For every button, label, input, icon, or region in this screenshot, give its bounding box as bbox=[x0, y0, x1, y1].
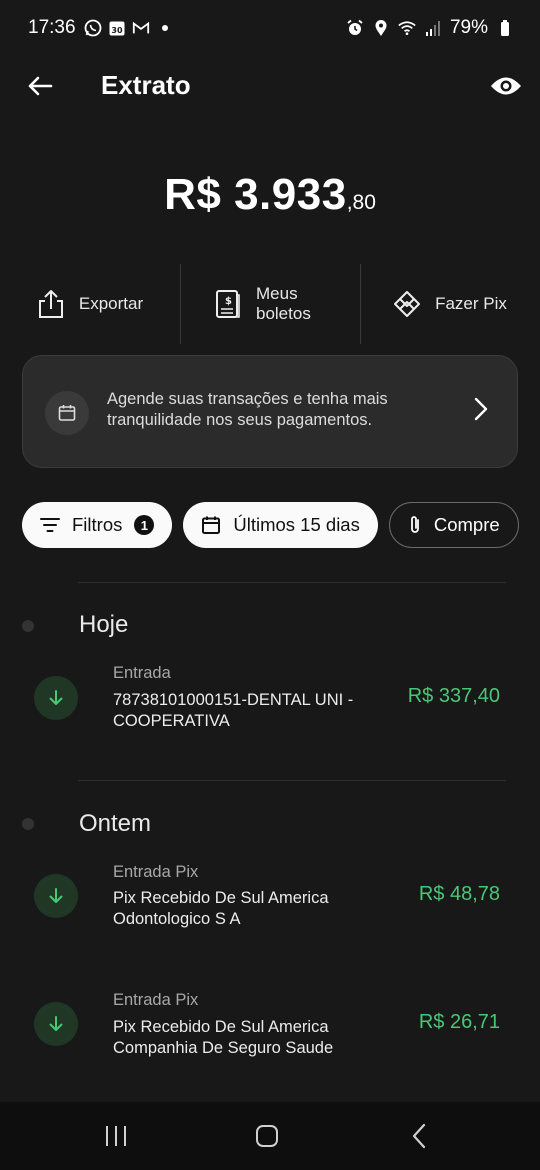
back-button[interactable] bbox=[24, 70, 56, 102]
export-icon bbox=[38, 290, 63, 318]
transaction-type: Entrada Pix bbox=[113, 991, 199, 1009]
pix-button[interactable]: Fazer Pix bbox=[360, 264, 540, 344]
period-label: Últimos 15 dias bbox=[233, 514, 360, 535]
boletos-label: Meus boletos bbox=[256, 284, 311, 323]
battery-icon bbox=[496, 19, 514, 37]
section-divider bbox=[78, 582, 506, 583]
arrow-down-icon bbox=[34, 1002, 78, 1046]
boletos-button[interactable]: $ Meus boletos bbox=[180, 264, 360, 344]
filters-count-badge: 1 bbox=[134, 515, 155, 535]
boleto-icon: $ bbox=[216, 290, 240, 318]
screen: 17:36 30 79% Extrato R$ 3.933,80 Exporta… bbox=[0, 0, 540, 1170]
home-icon bbox=[256, 1125, 278, 1147]
transaction-description: Pix Recebido De Sul America Odontologico… bbox=[113, 889, 329, 928]
calendar-icon bbox=[202, 516, 221, 534]
filter-chips: Filtros 1 Últimos 15 dias Compre bbox=[22, 502, 540, 550]
transaction-type: Entrada bbox=[113, 664, 171, 682]
calendar-day: 30 bbox=[111, 26, 123, 35]
toggle-visibility-button[interactable] bbox=[488, 68, 524, 104]
location-icon bbox=[372, 19, 390, 37]
period-chip[interactable]: Últimos 15 dias bbox=[183, 502, 378, 548]
transaction-type: Entrada Pix bbox=[113, 863, 199, 881]
export-button[interactable]: Exportar bbox=[0, 264, 180, 344]
transaction-row[interactable]: Entrada Pix Pix Recebido De Sul America … bbox=[0, 986, 540, 1066]
pix-label: Fazer Pix bbox=[435, 294, 507, 313]
schedule-banner[interactable]: Agende suas transações e tenha mais tran… bbox=[22, 355, 518, 468]
whatsapp-icon bbox=[84, 19, 102, 37]
filters-chip[interactable]: Filtros 1 bbox=[22, 502, 173, 548]
transaction-row[interactable]: Entrada 78738101000151-DENTAL UNI - COOP… bbox=[0, 660, 540, 740]
transaction-amount: R$ 26,71 bbox=[418, 1011, 500, 1033]
transaction-amount: R$ 337,40 bbox=[407, 685, 500, 707]
receipts-label: Compre bbox=[433, 514, 500, 535]
system-back-button[interactable] bbox=[399, 1120, 439, 1152]
calendar-icon bbox=[45, 391, 89, 435]
battery-percent: 79% bbox=[449, 17, 488, 38]
system-nav-bar bbox=[0, 1102, 540, 1170]
balance-amount: R$ 3.933 bbox=[164, 170, 347, 219]
transaction-amount: R$ 48,78 bbox=[418, 883, 500, 905]
section-title-today: Hoje bbox=[79, 611, 129, 638]
system-icons: 79% bbox=[346, 17, 514, 39]
wifi-icon bbox=[398, 19, 416, 37]
timeline-dot bbox=[22, 818, 34, 830]
export-label: Exportar bbox=[78, 294, 144, 313]
status-bar: 17:36 30 79% bbox=[0, 0, 540, 58]
svg-text:$: $ bbox=[225, 296, 232, 307]
transaction-description: 78738101000151-DENTAL UNI - COOPERATIVA bbox=[113, 691, 354, 730]
timeline-dot bbox=[22, 620, 34, 632]
filters-label: Filtros bbox=[72, 514, 123, 535]
pix-icon bbox=[394, 291, 421, 317]
arrow-left-icon bbox=[28, 76, 53, 96]
gmail-icon bbox=[132, 19, 150, 37]
banner-text: Agende suas transações e tenha mais tran… bbox=[107, 390, 388, 429]
transaction-description: Pix Recebido De Sul America Companhia De… bbox=[113, 1018, 334, 1057]
chevron-right-icon bbox=[473, 396, 489, 427]
receipts-chip[interactable]: Compre bbox=[388, 502, 519, 548]
section-divider bbox=[78, 780, 506, 781]
app-header: Extrato bbox=[0, 58, 540, 118]
status-time: 17:36 bbox=[28, 17, 76, 38]
eye-icon bbox=[491, 77, 521, 95]
dot-icon bbox=[156, 19, 174, 37]
paperclip-icon bbox=[410, 516, 419, 533]
alarm-icon bbox=[346, 19, 364, 37]
balance-cents: ,80 bbox=[346, 191, 376, 214]
section-title-yesterday: Ontem bbox=[79, 810, 152, 837]
transaction-row[interactable]: Entrada Pix Pix Recebido De Sul America … bbox=[0, 858, 540, 938]
recent-apps-button[interactable] bbox=[96, 1120, 136, 1152]
back-icon bbox=[412, 1123, 426, 1149]
recent-apps-icon bbox=[106, 1126, 126, 1146]
home-button[interactable] bbox=[247, 1120, 287, 1152]
notification-icons: 30 bbox=[84, 19, 174, 37]
arrow-down-icon bbox=[34, 874, 78, 918]
arrow-down-icon bbox=[34, 676, 78, 720]
filter-icon bbox=[40, 518, 60, 532]
signal-icon bbox=[424, 19, 442, 37]
calendar-icon: 30 bbox=[108, 19, 126, 37]
quick-actions: Exportar $ Meus boletos Fazer Pix bbox=[0, 264, 540, 344]
page-title: Extrato bbox=[101, 70, 191, 100]
balance-display: R$ 3.933,80 bbox=[0, 170, 540, 220]
